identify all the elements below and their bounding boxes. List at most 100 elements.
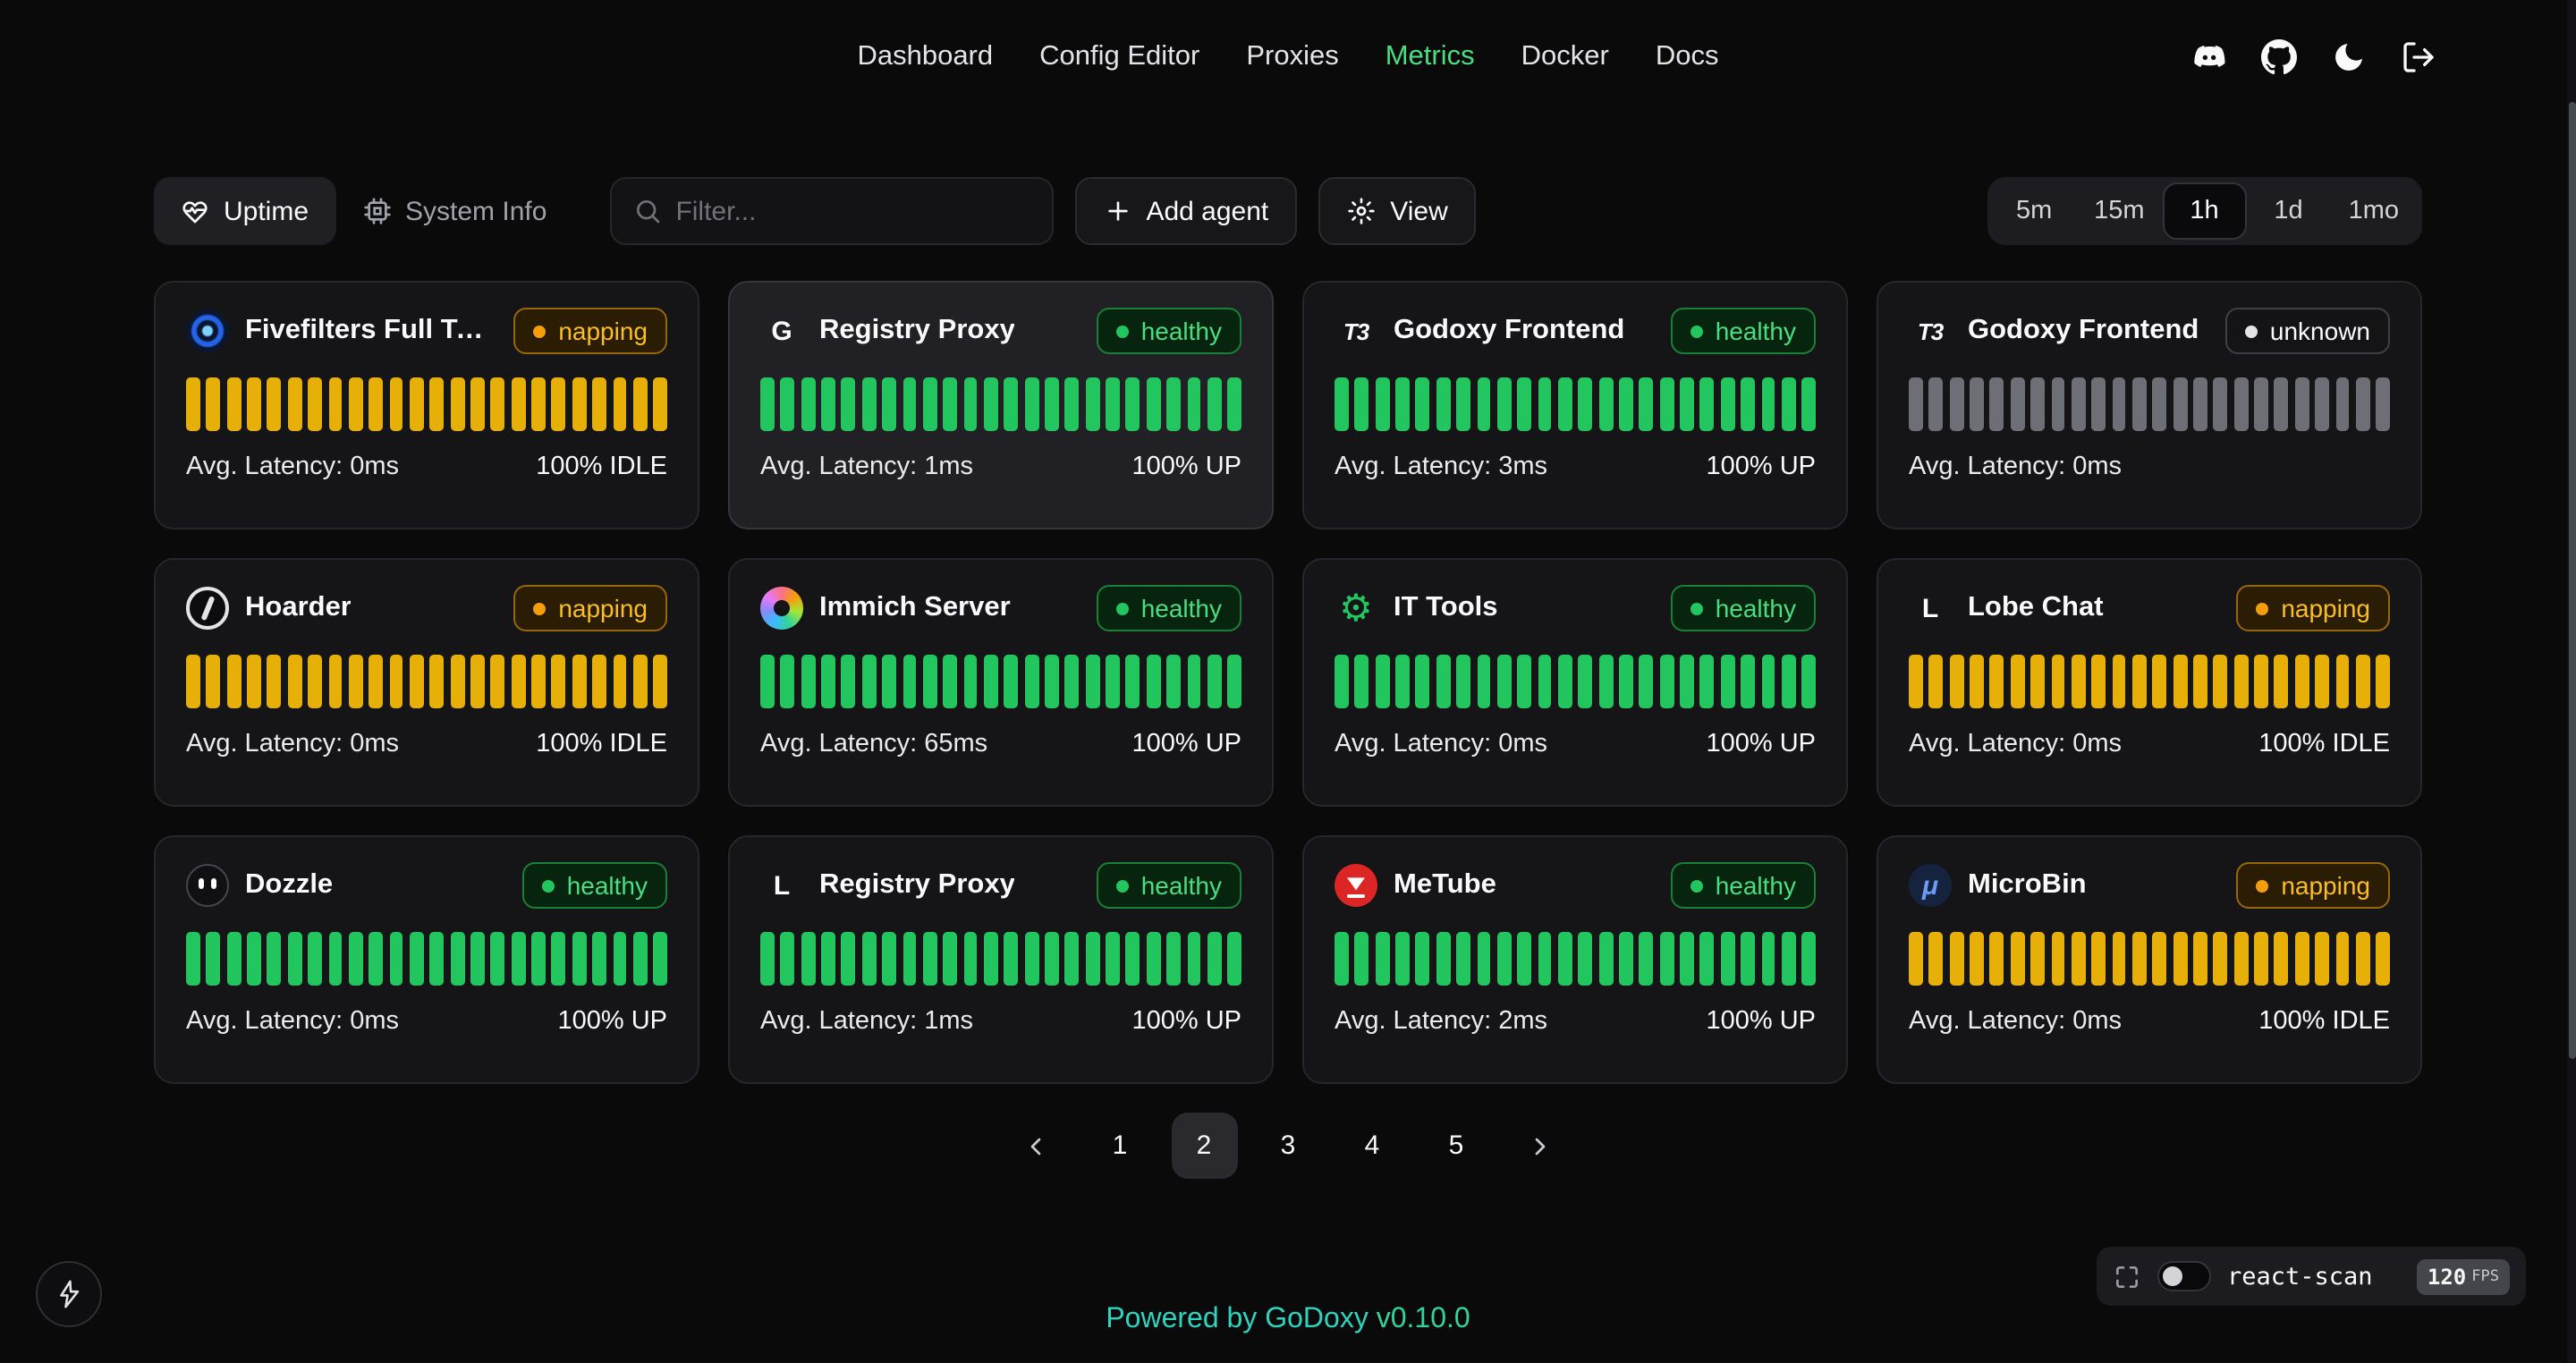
nav-proxies[interactable]: Proxies <box>1246 41 1338 73</box>
uptime-bar <box>1558 932 1572 986</box>
scan-frame-icon[interactable] <box>2113 1262 2141 1291</box>
view-label: View <box>1390 196 1448 226</box>
page-3-button[interactable]: 3 <box>1255 1113 1321 1179</box>
add-agent-button[interactable]: Add agent <box>1074 177 1297 245</box>
next-page-button[interactable] <box>1507 1113 1573 1179</box>
react-scan-toggle[interactable] <box>2157 1261 2211 1291</box>
uptime-bar <box>1700 655 1715 708</box>
nav-dashboard[interactable]: Dashboard <box>857 41 993 73</box>
page-4-button[interactable]: 4 <box>1339 1113 1405 1179</box>
uptime-bar <box>1660 377 1674 431</box>
page-2-button[interactable]: 2 <box>1171 1113 1237 1179</box>
uptime-bar <box>2377 655 2391 708</box>
uptime-bar <box>2072 377 2086 431</box>
nav-metrics[interactable]: Metrics <box>1385 41 1475 73</box>
service-card[interactable]: G Registry Proxy healthy Avg. Latency: 1… <box>728 281 1274 529</box>
status-badge: napping <box>2236 585 2390 631</box>
service-card[interactable]: Fivefilters Full Tex... napping Avg. Lat… <box>154 281 699 529</box>
range-1d[interactable]: 1d <box>2247 182 2331 240</box>
service-card[interactable]: L Registry Proxy healthy Avg. Latency: 1… <box>728 835 1274 1084</box>
uptime-bar <box>862 932 877 986</box>
uptime-bar <box>1395 377 1410 431</box>
uptime-bar <box>226 655 241 708</box>
uptime-bar <box>328 655 343 708</box>
range-5m[interactable]: 5m <box>1992 182 2076 240</box>
uptime-text: 100% IDLE <box>536 730 667 758</box>
uptime-bar <box>1517 655 1531 708</box>
service-card[interactable]: Immich Server healthy Avg. Latency: 65ms… <box>728 558 1274 807</box>
uptime-bar-chart <box>760 655 1241 708</box>
godoxy-link[interactable]: GoDoxy <box>1265 1304 1368 1334</box>
uptime-bar <box>1598 377 1613 431</box>
uptime-bar <box>1640 377 1654 431</box>
uptime-bar <box>1126 655 1140 708</box>
uptime-bar <box>552 932 566 986</box>
uptime-bar <box>1355 377 1369 431</box>
uptime-bar <box>1700 932 1715 986</box>
uptime-bar <box>1065 932 1080 986</box>
discord-icon[interactable] <box>2191 39 2227 75</box>
service-card[interactable]: Dozzle healthy Avg. Latency: 0ms 100% UP <box>154 835 699 1084</box>
uptime-bar <box>842 377 856 431</box>
uptime-bar <box>1375 655 1389 708</box>
uptime-bar <box>2153 655 2167 708</box>
it-tools-gear-icon: ⚙ <box>1335 587 1377 630</box>
card-footer: Avg. Latency: 0ms <box>1909 453 2390 481</box>
uptime-bar <box>186 655 200 708</box>
nav-docs[interactable]: Docs <box>1656 41 1719 73</box>
service-card[interactable]: T3 Godoxy Frontend unknown Avg. Latency:… <box>1877 281 2422 529</box>
range-1mo[interactable]: 1mo <box>2331 182 2417 240</box>
dark-mode-moon-icon[interactable] <box>2331 39 2367 75</box>
service-card[interactable]: μ MicroBin napping Avg. Latency: 0ms 100… <box>1877 835 2422 1084</box>
uptime-bar <box>2214 932 2228 986</box>
service-card[interactable]: ⚙ IT Tools healthy Avg. Latency: 0ms 100… <box>1302 558 1848 807</box>
scrollbar-thumb[interactable] <box>2568 102 2575 1059</box>
uptime-bar <box>902 655 917 708</box>
uptime-bar <box>1741 655 1755 708</box>
range-1h[interactable]: 1h <box>2163 182 2247 240</box>
tab-uptime[interactable]: Uptime <box>154 177 335 245</box>
uptime-bar <box>1355 655 1369 708</box>
logout-icon[interactable] <box>2401 39 2436 75</box>
status-badge: napping <box>2236 862 2390 909</box>
uptime-bar <box>1497 932 1512 986</box>
uptime-bar <box>349 655 363 708</box>
page-1-button[interactable]: 1 <box>1087 1113 1153 1179</box>
filter-input[interactable] <box>675 196 1030 226</box>
github-icon[interactable] <box>2261 39 2297 75</box>
flash-fab-button[interactable] <box>36 1261 102 1327</box>
view-button[interactable]: View <box>1318 177 1477 245</box>
service-card[interactable]: T3 Godoxy Frontend healthy Avg. Latency:… <box>1302 281 1848 529</box>
uptime-bar <box>1004 377 1019 431</box>
service-card[interactable]: Hoarder napping Avg. Latency: 0ms 100% I… <box>154 558 699 807</box>
tab-system-info[interactable]: System Info <box>335 177 573 245</box>
uptime-bar <box>613 932 627 986</box>
service-card[interactable]: MeTube healthy Avg. Latency: 2ms 100% UP <box>1302 835 1848 1084</box>
uptime-bar <box>1126 932 1140 986</box>
nav-icon-group <box>2191 0 2436 114</box>
uptime-bar <box>2254 377 2268 431</box>
status-badge: healthy <box>1097 308 1241 354</box>
uptime-bar <box>389 932 403 986</box>
card-footer: Avg. Latency: 3ms 100% UP <box>1335 453 1816 481</box>
service-card[interactable]: L Lobe Chat napping Avg. Latency: 0ms 10… <box>1877 558 2422 807</box>
uptime-text: 100% UP <box>1706 453 1816 481</box>
uptime-bar <box>1782 932 1796 986</box>
uptime-bar <box>1335 932 1349 986</box>
range-15m[interactable]: 15m <box>2076 182 2162 240</box>
cpu-chip-icon <box>362 197 391 225</box>
status-dot-icon <box>1690 879 1703 892</box>
uptime-bar <box>207 932 221 986</box>
uptime-bar <box>1375 932 1389 986</box>
prev-page-button[interactable] <box>1003 1113 1069 1179</box>
uptime-bar <box>1024 377 1038 431</box>
latency-text: Avg. Latency: 0ms <box>1335 730 1547 758</box>
uptime-bar <box>1106 655 1120 708</box>
uptime-bar <box>1208 377 1222 431</box>
nav-config-editor[interactable]: Config Editor <box>1039 41 1199 73</box>
nav-docker[interactable]: Docker <box>1521 41 1609 73</box>
uptime-bar <box>760 377 775 431</box>
page-5-button[interactable]: 5 <box>1423 1113 1489 1179</box>
uptime-bar <box>1045 655 1059 708</box>
uptime-bar <box>512 655 526 708</box>
